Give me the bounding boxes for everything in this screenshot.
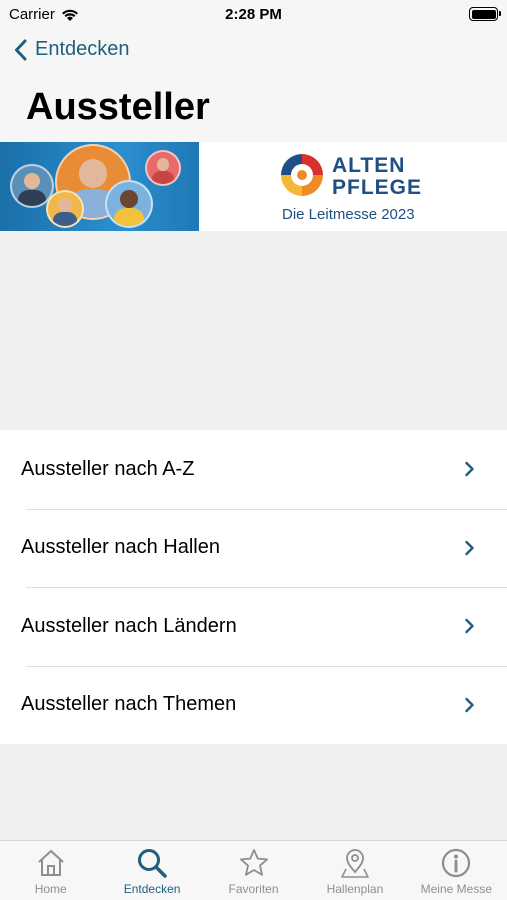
chevron-right-icon	[465, 619, 474, 634]
person-photo	[46, 190, 84, 228]
menu-item-countries[interactable]: Aussteller nach Ländern	[0, 587, 507, 666]
home-icon	[38, 850, 64, 876]
back-button-label: Entdecken	[35, 38, 130, 60]
menu-item-label: Aussteller nach A-Z	[21, 457, 195, 480]
menu-item-label: Aussteller nach Hallen	[21, 536, 220, 559]
person-photo	[105, 180, 153, 228]
menu-item-label: Aussteller nach Themen	[21, 693, 237, 716]
navigation-bar: Entdecken Aussteller	[0, 30, 507, 142]
back-button[interactable]: Entdecken	[14, 38, 130, 61]
chevron-right-icon	[465, 462, 474, 477]
tab-meine-messe[interactable]: Meine Messe	[406, 841, 507, 900]
logo-text-line1: ALTEN	[332, 154, 406, 177]
menu-item-halls[interactable]: Aussteller nach Hallen	[0, 508, 507, 588]
star-icon	[239, 849, 268, 876]
logo-text-line2: PFLEGE	[332, 176, 423, 199]
banner-photo	[0, 142, 199, 231]
tab-label: Entdecken	[123, 882, 181, 896]
battery-icon	[469, 7, 501, 21]
altenpflege-logo: ALTEN PFLEGE Die Leitmesse 2023	[199, 142, 507, 231]
status-time: 2:28 PM	[225, 6, 282, 23]
logo-tagline: Die Leitmesse 2023	[282, 206, 415, 223]
person-photo	[145, 150, 181, 186]
tab-entdecken[interactable]: Entdecken	[101, 841, 202, 900]
tab-favoriten[interactable]: Favoriten	[203, 841, 304, 900]
altenpflege-logo-icon	[281, 154, 323, 196]
tab-label: Meine Messe	[420, 882, 493, 896]
chevron-right-icon	[465, 697, 474, 712]
page-title: Aussteller	[26, 86, 210, 128]
menu-item-label: Aussteller nach Ländern	[21, 614, 237, 637]
banner[interactable]: ALTEN PFLEGE Die Leitmesse 2023	[0, 142, 507, 231]
map-pin-icon	[341, 849, 369, 878]
tab-home[interactable]: Home	[0, 841, 101, 900]
tab-hallenplan[interactable]: Hallenplan	[304, 841, 405, 900]
status-bar: Carrier 2:28 PM	[0, 0, 507, 30]
tab-bar: Home Entdecken Favoriten Hallenplan Mein…	[0, 840, 507, 900]
exhibitor-menu-list: Aussteller nach A-Z Aussteller nach Hall…	[0, 430, 507, 744]
menu-item-topics[interactable]: Aussteller nach Themen	[0, 665, 507, 745]
chevron-left-icon	[15, 39, 27, 60]
tab-label: Hallenplan	[326, 882, 384, 896]
menu-item-a-z[interactable]: Aussteller nach A-Z	[0, 430, 507, 509]
tab-label: Favoriten	[228, 882, 279, 896]
tab-label: Home	[34, 882, 67, 896]
info-icon	[442, 848, 471, 878]
chevron-right-icon	[465, 540, 474, 555]
search-icon	[138, 849, 167, 878]
